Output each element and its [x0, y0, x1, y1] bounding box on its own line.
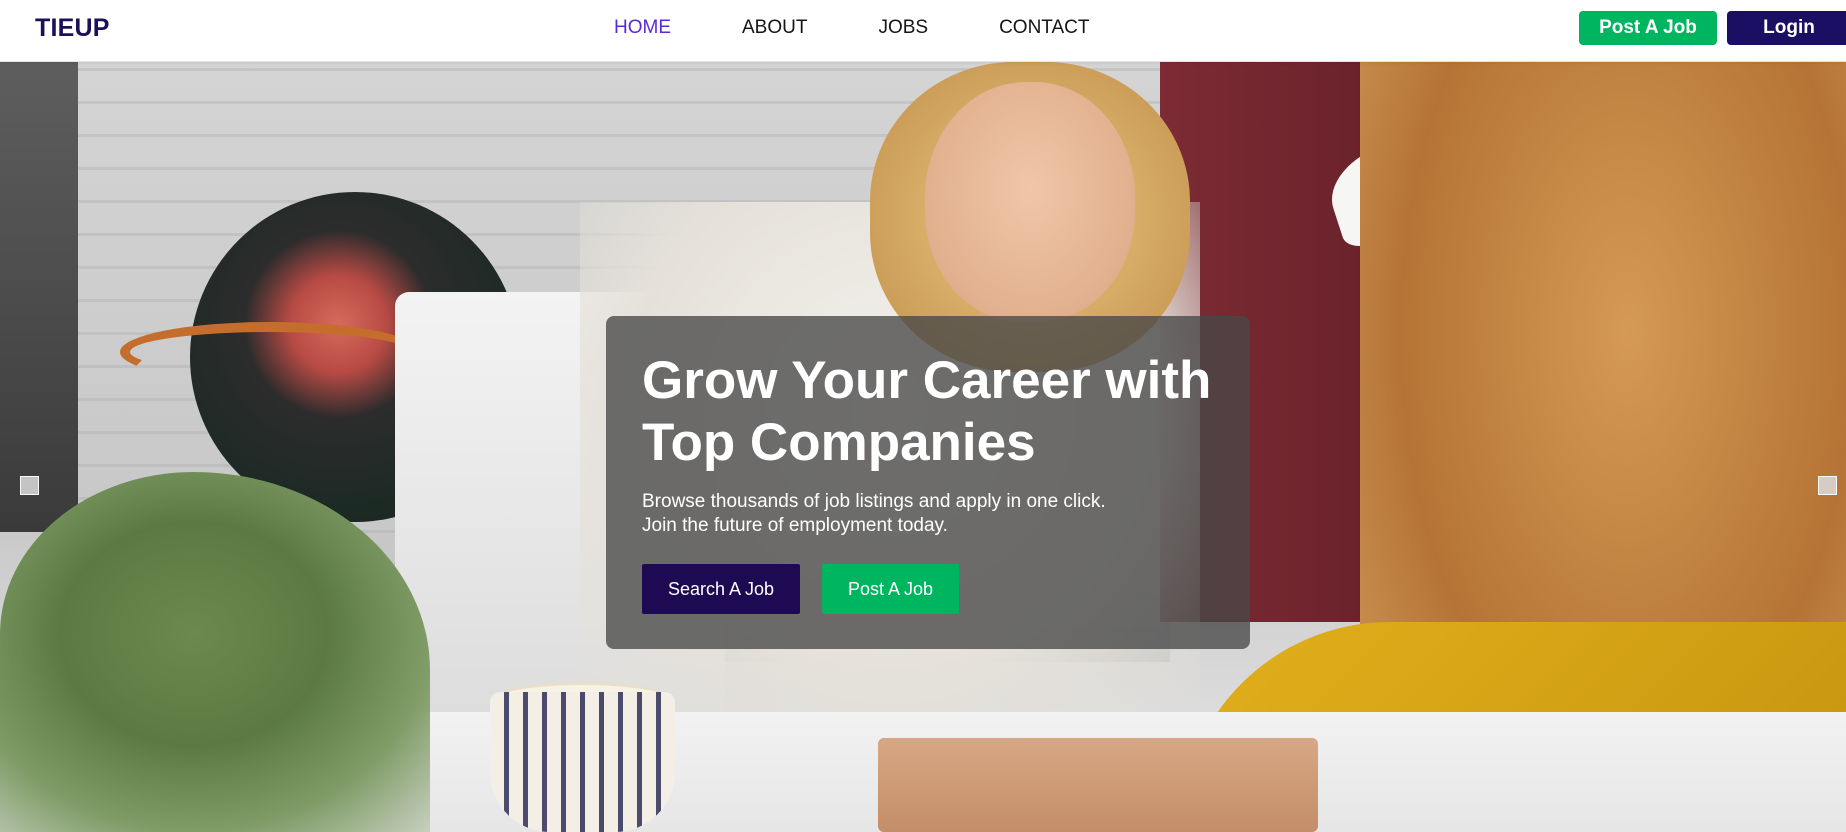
hero-title: Grow Your Career with Top Companies — [642, 350, 1242, 474]
hero-title-line2: Top Companies — [642, 413, 1036, 472]
login-button[interactable]: Login — [1727, 11, 1846, 45]
bg-person-face — [925, 82, 1135, 322]
hero-card: Grow Your Career with Top Companies Brow… — [606, 316, 1250, 649]
hero-subtitle-line2: Join the future of employment today. — [642, 515, 948, 536]
main-nav: HOME ABOUT JOBS CONTACT — [614, 17, 1161, 39]
site-logo[interactable]: TIEUP — [35, 14, 110, 43]
nav-link-contact[interactable]: CONTACT — [999, 17, 1089, 39]
bg-globe-stand — [120, 322, 420, 382]
carousel-next-icon[interactable] — [1818, 476, 1837, 495]
post-job-button[interactable]: Post A Job — [1579, 11, 1717, 45]
hero-title-line1: Grow Your Career with — [642, 351, 1212, 410]
hero-subtitle-line1: Browse thousands of job listings and app… — [642, 491, 1106, 512]
hero-post-job-button[interactable]: Post A Job — [822, 564, 959, 614]
nav-link-jobs[interactable]: JOBS — [878, 17, 928, 39]
search-job-button[interactable]: Search A Job — [642, 564, 800, 614]
bg-laptop — [878, 738, 1318, 832]
bg-cup — [490, 692, 675, 832]
bg-picture-frame — [0, 62, 78, 532]
nav-link-home[interactable]: HOME — [614, 17, 671, 39]
top-navbar: TIEUP HOME ABOUT JOBS CONTACT Post A Job… — [0, 0, 1846, 62]
nav-link-about[interactable]: ABOUT — [742, 17, 807, 39]
hero-subtitle: Browse thousands of job listings and app… — [642, 490, 1202, 538]
carousel-prev-icon[interactable] — [20, 476, 39, 495]
